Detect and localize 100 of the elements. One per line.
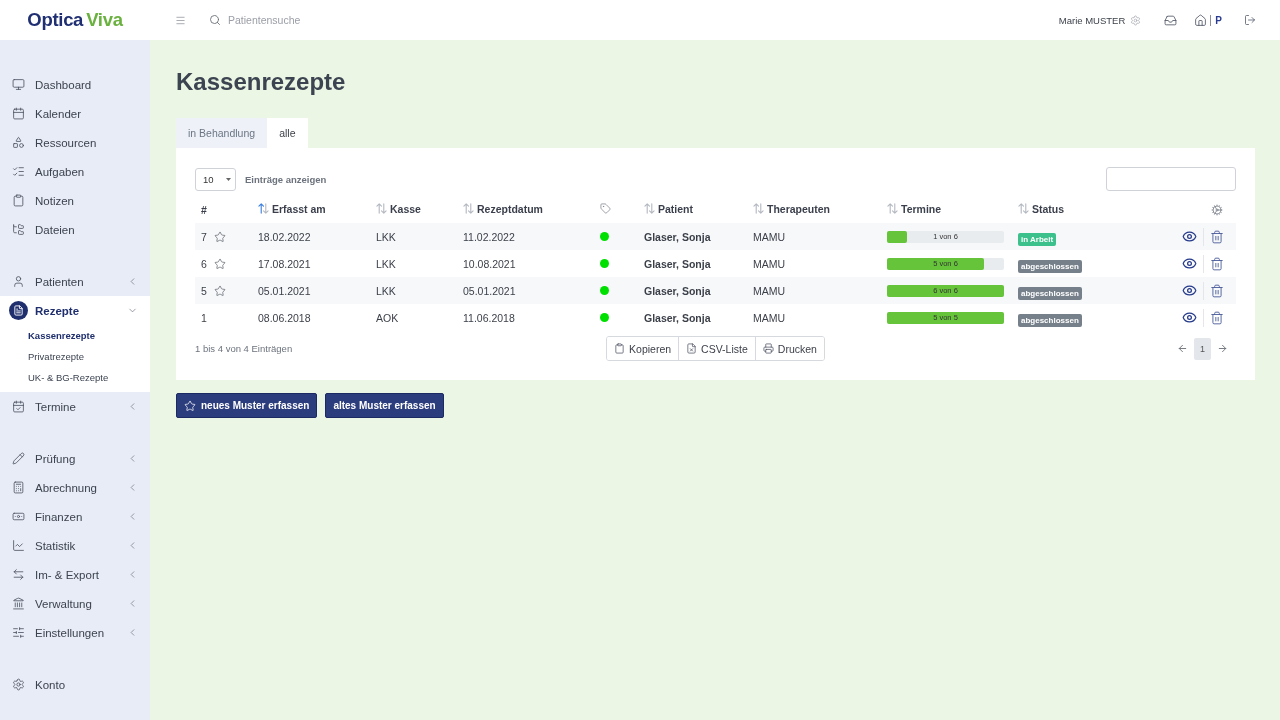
table-cell: 05.01.2021 <box>252 277 370 304</box>
row-number: 6 <box>201 257 207 270</box>
table-cell: LKK <box>370 277 457 304</box>
export-button[interactable]: Kopieren <box>607 337 680 360</box>
eye-icon[interactable] <box>1182 229 1197 244</box>
column-header: # <box>195 196 252 223</box>
arrows-icon <box>12 568 25 581</box>
column-header[interactable]: Termine <box>887 202 942 215</box>
folder-tree-icon <box>12 223 25 236</box>
gear-icon <box>12 678 25 691</box>
sidebar-item[interactable]: Patienten <box>0 267 150 296</box>
column-header[interactable]: Status <box>1018 202 1065 215</box>
column-header[interactable]: Patient <box>644 202 693 215</box>
row-number: 7 <box>201 230 207 243</box>
home-icon[interactable] <box>1194 13 1208 27</box>
eye-icon[interactable] <box>1182 310 1197 325</box>
search-field[interactable]: Patientensuche <box>228 11 338 29</box>
status-badge: abgeschlossen <box>1018 259 1082 273</box>
printer-icon <box>762 343 774 354</box>
column-header[interactable]: Therapeuten <box>753 202 830 215</box>
arrow-right-icon[interactable] <box>1217 343 1228 354</box>
sidebar-item[interactable]: Kalender <box>0 99 150 128</box>
table-cell: LKK <box>370 223 457 250</box>
user-icon <box>12 275 25 288</box>
sliders-icon <box>12 626 25 639</box>
sidebar-item[interactable]: Aufgaben <box>0 157 150 186</box>
eye-icon[interactable] <box>1182 283 1197 298</box>
logout-icon[interactable] <box>1244 14 1256 26</box>
table-cell: MAMU <box>747 304 881 331</box>
row-number: 5 <box>201 284 207 297</box>
table-cell: Glaser, Sonja <box>638 223 747 250</box>
trash-icon[interactable] <box>1210 310 1224 325</box>
sidebar-item[interactable]: Abrechnung <box>0 473 150 502</box>
sidebar-item[interactable]: Ressourcen <box>0 128 150 157</box>
page-button[interactable]: 1 <box>1194 337 1211 360</box>
status-badge: abgeschlossen <box>1018 286 1082 300</box>
column-header[interactable]: Erfasst am <box>258 202 326 215</box>
table-search-field[interactable] <box>1106 167 1236 191</box>
table-cell: 05.01.2021 <box>457 277 594 304</box>
search-icon <box>209 14 221 26</box>
entries-select[interactable]: 10 <box>195 167 236 191</box>
file-icon <box>686 343 698 354</box>
sidebar-item[interactable]: Konto <box>0 670 150 699</box>
sidebar-item[interactable]: Im- & Export <box>0 560 150 589</box>
action-button[interactable]: neues Muster erfassen <box>176 393 318 418</box>
arrow-left-icon[interactable] <box>1177 343 1188 354</box>
practice-link[interactable]: P <box>1210 14 1222 26</box>
table-cell: Glaser, Sonja <box>638 250 747 277</box>
inbox-icon[interactable] <box>1164 13 1178 27</box>
table-cell: MAMU <box>747 223 881 250</box>
sidebar-item[interactable]: Dashboard <box>0 70 150 99</box>
trash-icon[interactable] <box>1210 229 1224 244</box>
calculator-icon <box>12 481 25 494</box>
eye-icon[interactable] <box>1182 256 1197 271</box>
submenu-item[interactable]: UK- & BG-Rezepte <box>0 367 150 388</box>
sidebar-item[interactable]: Rezepte <box>0 296 150 325</box>
action-button[interactable]: altes Muster erfassen <box>325 393 444 418</box>
table-cell: 10.08.2021 <box>457 250 594 277</box>
table-cell: 17.08.2021 <box>252 250 370 277</box>
table-cell: Glaser, Sonja <box>638 277 747 304</box>
trash-icon[interactable] <box>1210 256 1224 271</box>
calendar-check-icon <box>12 400 25 413</box>
page-title: Kassenrezepte <box>176 67 347 97</box>
entries-label: Einträge anzeigen <box>245 173 327 185</box>
shapes-icon <box>12 136 25 149</box>
sidebar-item[interactable]: Prüfung <box>0 444 150 473</box>
sidebar-item[interactable]: Einstellungen <box>0 618 150 647</box>
table-cell: 08.06.2018 <box>252 304 370 331</box>
submenu-item[interactable]: Kassenrezepte <box>0 325 150 346</box>
sidebar-item[interactable]: Dateien <box>0 215 150 244</box>
clipboard-icon <box>12 194 25 207</box>
table-cell: 11.06.2018 <box>457 304 594 331</box>
star-icon[interactable] <box>213 284 226 297</box>
sidebar-item[interactable]: Verwaltung <box>0 589 150 618</box>
sidebar-item[interactable]: Termine <box>0 392 150 421</box>
table-info: 1 bis 4 von 4 Einträgen <box>195 343 293 354</box>
pencil-icon <box>12 452 25 465</box>
bank-icon <box>12 597 25 610</box>
status-badge: in Arbeit <box>1018 232 1057 246</box>
table-cell: Glaser, Sonja <box>638 304 747 331</box>
user-name[interactable]: Marie MUSTER <box>1058 14 1126 26</box>
sidebar-item[interactable]: Notizen <box>0 186 150 215</box>
sidebar-item[interactable]: Finanzen <box>0 502 150 531</box>
table-cell: 18.02.2022 <box>252 223 370 250</box>
trash-icon[interactable] <box>1210 283 1224 298</box>
star-icon[interactable] <box>213 230 226 243</box>
status-badge: abgeschlossen <box>1018 313 1082 327</box>
sidebar-item[interactable]: Statistik <box>0 531 150 560</box>
submenu-item[interactable]: Privatrezepte <box>0 346 150 367</box>
column-header[interactable]: Kasse <box>376 202 421 215</box>
column-header[interactable]: Rezeptdatum <box>463 202 543 215</box>
row-number: 1 <box>201 311 207 324</box>
checklist-icon <box>12 165 25 178</box>
gear-icon[interactable] <box>1211 203 1223 216</box>
caret-icon <box>226 177 231 181</box>
star-icon[interactable] <box>213 257 226 270</box>
document-icon <box>9 301 28 320</box>
tab[interactable]: in Behandlung <box>176 118 268 148</box>
tab[interactable]: alle <box>267 118 308 148</box>
clipboard-icon <box>614 343 626 354</box>
